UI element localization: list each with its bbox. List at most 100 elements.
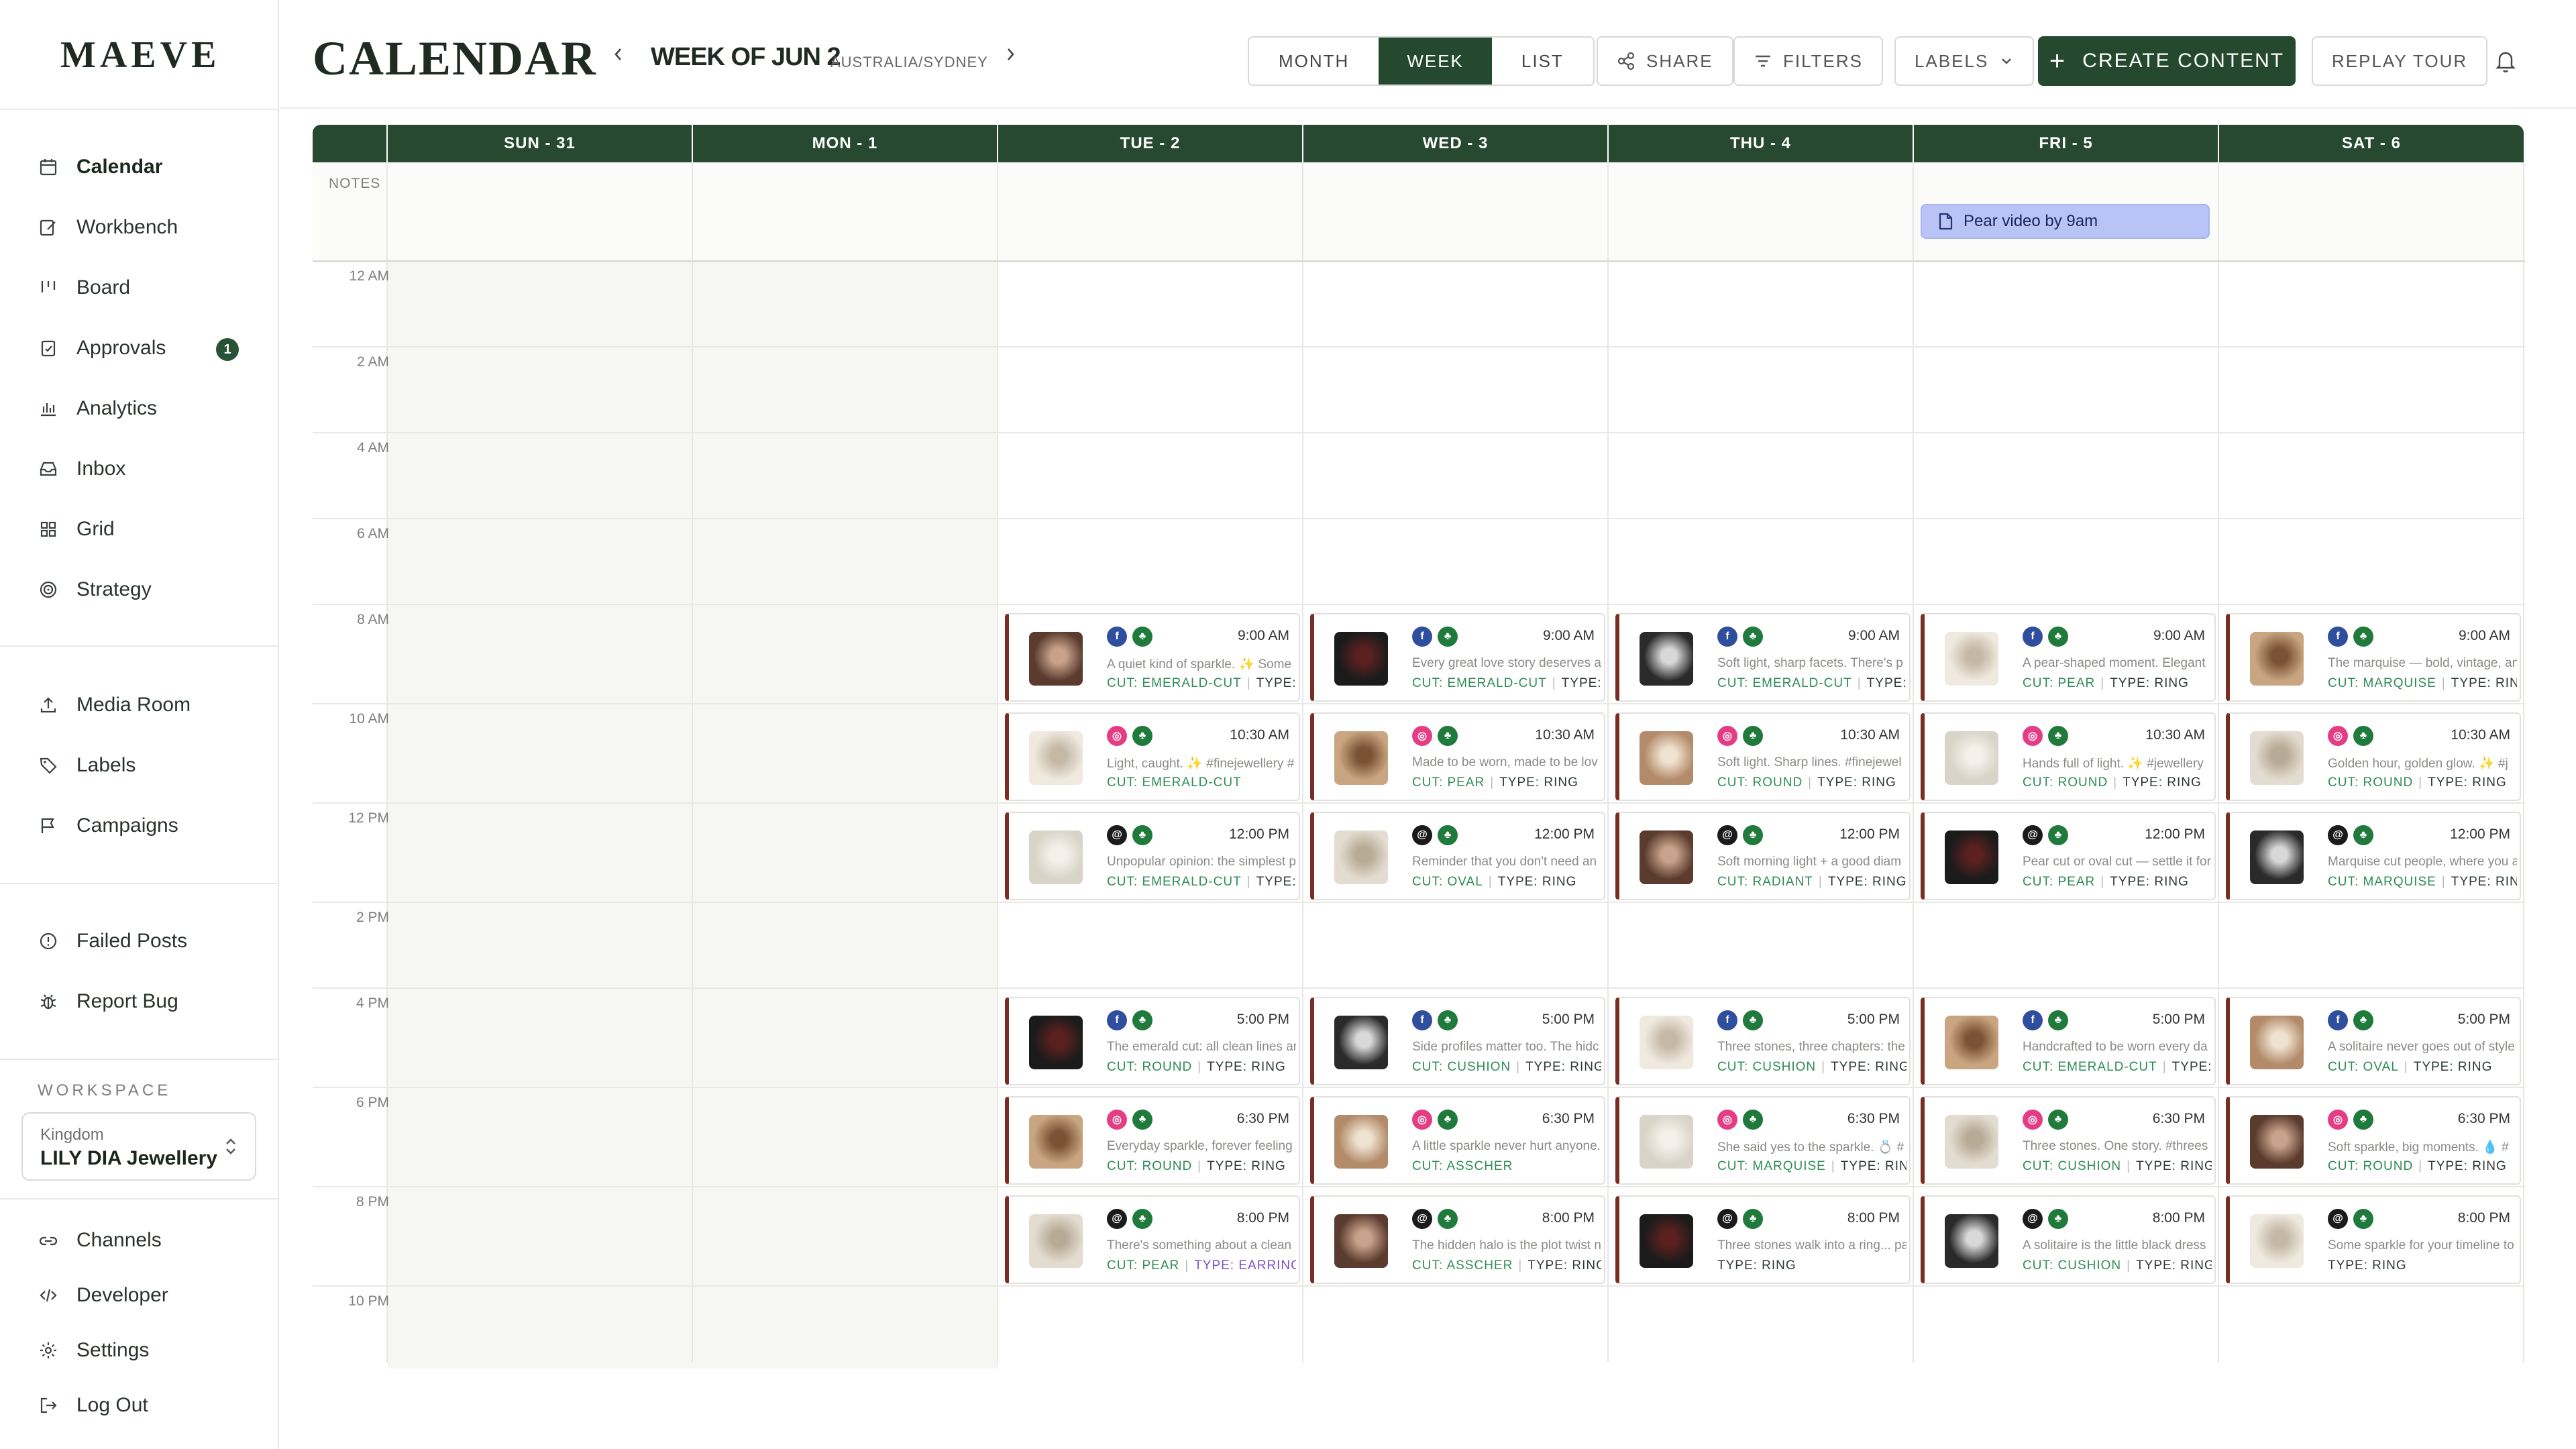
sidebar-item-workbench[interactable]: Workbench — [0, 197, 278, 258]
event-card[interactable]: f ♣ 5:00 PM A solitaire never goes out of s… — [2226, 997, 2521, 1085]
event-card[interactable]: @ ♣ 8:00 PM Some sparkle for your timeline … — [2226, 1195, 2521, 1284]
sidebar-item-developer[interactable]: Developer — [0, 1268, 278, 1323]
sidebar-item-channels[interactable]: Channels — [0, 1213, 278, 1268]
event-card[interactable]: @ ♣ 12:00 PM Unpopular opinion: the simples… — [1005, 812, 1300, 900]
event-caption: A quiet kind of sparkle. ✨ Some — [1107, 657, 1292, 672]
event-card[interactable]: f ♣ 9:00 AM A quiet kind of sparkle. ✨ Some… — [1005, 613, 1300, 702]
sidebar-item-inbox[interactable]: Inbox — [0, 439, 278, 499]
cut-tag: CUT: ROUND — [2023, 775, 2108, 790]
share-button[interactable]: SHARE — [1597, 36, 1733, 86]
sidebar-item-failed-posts[interactable]: Failed Posts — [0, 911, 278, 971]
event-caption: Soft sparkle, big moments. 💧 # — [2328, 1140, 2509, 1155]
event-card[interactable]: ◎ ♣ 10:30 AM Hands full of light. ✨ #jewell… — [1921, 712, 2216, 801]
event-card[interactable]: ◎ ♣ 10:30 AM Made to be worn, made to be lo… — [1310, 712, 1605, 801]
event-card[interactable]: @ ♣ 12:00 PM Pear cut or oval cut — settle … — [1921, 812, 2216, 900]
day-header-4[interactable]: THU - 4 — [1609, 125, 1913, 162]
threads-icon: @ — [1412, 1209, 1432, 1229]
filters-button[interactable]: FILTERS — [1733, 36, 1883, 86]
sidebar-item-media-room[interactable]: Media Room — [0, 675, 278, 735]
linktree-icon: ♣ — [1132, 1110, 1152, 1130]
event-time: 12:00 PM — [1839, 826, 1900, 842]
post-thumbnail — [1945, 1214, 1998, 1268]
replay-tour-button[interactable]: REPLAY TOUR — [2312, 36, 2488, 86]
prev-week-chevron-icon[interactable] — [612, 44, 625, 70]
brand-logo[interactable]: MAEVE — [60, 34, 220, 76]
event-card[interactable]: @ ♣ 12:00 PM Soft morning light + a good di… — [1615, 812, 1911, 900]
event-card[interactable]: ◎ ♣ 6:30 PM A little sparkle never hurt any… — [1310, 1096, 1605, 1185]
event-card[interactable]: f ♣ 9:00 AM The marquise — bold, vintage, a… — [2226, 613, 2521, 702]
cut-tag: CUT: MARQUISE — [1717, 1159, 1826, 1173]
event-card[interactable]: ◎ ♣ 6:30 PM Soft sparkle, big moments. 💧 # C… — [2226, 1096, 2521, 1185]
facebook-icon: f — [1717, 627, 1737, 647]
view-tab-month[interactable]: MONTH — [1249, 38, 1379, 85]
event-card[interactable]: f ♣ 9:00 AM Every great love story deserves… — [1310, 613, 1605, 702]
sidebar-item-label: Failed Posts — [76, 930, 188, 952]
event-card[interactable]: @ ♣ 12:00 PM Marquise cut people, where you… — [2226, 812, 2521, 900]
day-header-2[interactable]: TUE - 2 — [998, 125, 1302, 162]
workspace-selector[interactable]: Kingdom LILY DIA Jewellery — [21, 1112, 256, 1181]
event-tags: CUT: RADIANT | TYPE: RING — [1717, 875, 1907, 890]
sidebar-item-strategy[interactable]: Strategy — [0, 559, 278, 620]
event-card[interactable]: f ♣ 9:00 AM A pear-shaped moment. Elegant CU… — [1921, 613, 2216, 702]
document-icon — [1939, 213, 1953, 230]
view-tab-week[interactable]: WEEK — [1379, 38, 1492, 85]
event-card[interactable]: f ♣ 9:00 AM Soft light, sharp facets. There… — [1615, 613, 1911, 702]
event-card[interactable]: @ ♣ 8:00 PM There's something about a clean… — [1005, 1195, 1300, 1284]
day-header-1[interactable]: MON - 1 — [693, 125, 997, 162]
sidebar-item-label: Strategy — [76, 578, 152, 600]
cut-tag: CUT: ASSCHER — [1412, 1258, 1513, 1273]
divider — [0, 1059, 278, 1060]
event-card[interactable]: f ♣ 5:00 PM Handcrafted to be worn every da… — [1921, 997, 2216, 1085]
event-card[interactable]: ◎ ♣ 6:30 PM Everyday sparkle, forever feeli… — [1005, 1096, 1300, 1185]
day-header-5[interactable]: FRI - 5 — [1914, 125, 2218, 162]
event-tags: CUT: EMERALD-CUT | TYPE: R — [2023, 1060, 2212, 1075]
event-card[interactable]: f ♣ 5:00 PM The emerald cut: all clean line… — [1005, 997, 1300, 1085]
event-card[interactable]: ◎ ♣ 6:30 PM Three stones. One story. #three… — [1921, 1096, 2216, 1185]
event-card[interactable]: ◎ ♣ 10:30 AM Light, caught. ✨ #finejeweller… — [1005, 712, 1300, 801]
event-card[interactable]: @ ♣ 12:00 PM Reminder that you don't need a… — [1310, 812, 1605, 900]
note-chip[interactable]: Pear video by 9am — [1921, 204, 2210, 239]
strategy-icon — [38, 579, 59, 600]
timezone-label[interactable]: AUSTRALIA/SYDNEY — [830, 54, 988, 71]
event-card[interactable]: @ ♣ 8:00 PM The hidden halo is the plot twi… — [1310, 1195, 1605, 1284]
sidebar-item-approvals[interactable]: Approvals 1 — [0, 318, 278, 378]
bug-icon — [38, 991, 59, 1012]
sidebar-item-report-bug[interactable]: Report Bug — [0, 971, 278, 1032]
sidebar-item-analytics[interactable]: Analytics — [0, 378, 278, 439]
sidebar-item-calendar[interactable]: Calendar — [0, 137, 278, 197]
day-header-0[interactable]: SUN - 31 — [388, 125, 692, 162]
event-card[interactable]: f ♣ 5:00 PM Three stones, three chapters: t… — [1615, 997, 1911, 1085]
event-time: 6:30 PM — [1542, 1111, 1595, 1126]
labels-dropdown[interactable]: LABELS — [1894, 36, 2035, 86]
type-tag: TYPE: R — [1866, 676, 1907, 690]
event-card[interactable]: ◎ ♣ 10:30 AM Golden hour, golden glow. ✨ #j… — [2226, 712, 2521, 801]
day-header-6[interactable]: SAT - 6 — [2219, 125, 2524, 162]
type-tag: TYPE: RING — [2413, 1060, 2493, 1074]
replay-tour-label: REPLAY TOUR — [2332, 50, 2468, 71]
create-content-button[interactable]: + CREATE CONTENT — [2038, 36, 2296, 86]
event-card[interactable]: ◎ ♣ 6:30 PM She said yes to the sparkle. 💍 … — [1615, 1096, 1911, 1185]
sidebar-item-campaigns[interactable]: Campaigns — [0, 796, 278, 856]
cut-tag: CUT: PEAR — [2023, 676, 2096, 690]
event-card[interactable]: @ ♣ 8:00 PM Three stones walk into a ring..… — [1615, 1195, 1911, 1284]
sidebar-item-settings[interactable]: Settings — [0, 1323, 278, 1378]
sidebar-item-labels[interactable]: Labels — [0, 735, 278, 796]
linktree-icon: ♣ — [1132, 1010, 1152, 1030]
bell-icon[interactable] — [2494, 48, 2517, 77]
event-tags: CUT: EMERALD-CUT | TYPE: RI — [1107, 676, 1296, 691]
channel-icons: ◎ ♣ — [2328, 1110, 2379, 1130]
sidebar-item-board[interactable]: Board — [0, 258, 278, 318]
event-card[interactable]: ◎ ♣ 10:30 AM Soft light. Sharp lines. #fine… — [1615, 712, 1911, 801]
sidebar-item-log-out[interactable]: Log Out — [0, 1378, 278, 1433]
cut-tag: CUT: EMERALD-CUT — [1412, 676, 1547, 690]
tag-separator: | — [1857, 676, 1862, 690]
view-tab-list[interactable]: LIST — [1492, 38, 1593, 85]
share-icon — [1617, 52, 1635, 70]
chevron-down-icon — [2002, 58, 2012, 64]
sidebar-item-grid[interactable]: Grid — [0, 499, 278, 559]
day-header-3[interactable]: WED - 3 — [1303, 125, 1607, 162]
event-time: 10:30 AM — [2451, 727, 2510, 743]
event-card[interactable]: f ♣ 5:00 PM Side profiles matter too. The h… — [1310, 997, 1605, 1085]
event-card[interactable]: @ ♣ 8:00 PM A solitaire is the little black… — [1921, 1195, 2216, 1284]
next-week-chevron-icon[interactable] — [1004, 44, 1017, 70]
